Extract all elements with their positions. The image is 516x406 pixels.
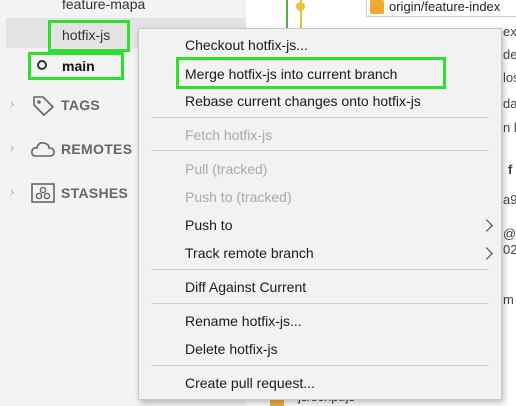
menu-item-track-remote[interactable]: Track remote branch — [185, 245, 314, 261]
log-fragment: f — [508, 162, 513, 177]
menu-separator — [151, 150, 489, 151]
stash-icon — [30, 182, 56, 209]
menu-item-create-pull-request[interactable]: Create pull request... — [185, 375, 315, 391]
remote-ref-label: origin/feature-index — [389, 0, 501, 14]
tag-icon — [30, 94, 56, 121]
section-label-remotes: REMOTES — [61, 141, 133, 157]
menu-item-push-tracked[interactable]: Push to (tracked) — [185, 189, 292, 205]
menu-separator — [151, 117, 489, 118]
log-fragment: dex — [503, 47, 516, 62]
menu-separator — [151, 269, 489, 270]
log-fragment: 02 — [503, 242, 516, 257]
menu-item-rebase[interactable]: Rebase current changes onto hotfix-js — [185, 93, 421, 109]
branch-context-menu: Checkout hotfix-js... Merge hotfix-js in… — [138, 28, 502, 400]
menu-item-delete[interactable]: Delete hotfix-js — [185, 341, 278, 357]
log-fragment: m — [503, 292, 514, 307]
chevron-right-icon: › — [10, 96, 15, 111]
submenu-arrow-icon — [480, 247, 493, 260]
menu-separator — [151, 365, 489, 366]
section-label-stashes: STASHES — [61, 185, 129, 201]
chevron-right-icon: › — [10, 140, 15, 155]
graph-line-green — [286, 0, 288, 30]
menu-item-push-to[interactable]: Push to — [185, 217, 232, 233]
menu-item-rename[interactable]: Rename hotfix-js... — [185, 313, 302, 329]
menu-item-checkout[interactable]: Checkout hotfix-js... — [185, 37, 308, 53]
menu-item-merge[interactable]: Merge hotfix-js into current branch — [185, 66, 397, 82]
menu-item-fetch[interactable]: Fetch hotfix-js — [185, 127, 272, 143]
submenu-arrow-icon — [480, 219, 493, 232]
chevron-right-icon: › — [10, 184, 15, 199]
branch-main[interactable]: main — [62, 58, 95, 74]
log-fragment: @g — [503, 226, 516, 241]
log-fragment: a9 — [503, 192, 516, 207]
section-label-tags: TAGS — [61, 97, 101, 113]
menu-separator — [151, 303, 489, 304]
menu-item-diff[interactable]: Diff Against Current — [185, 279, 306, 295]
log-fragment: los — [503, 70, 516, 85]
git-branch-icon — [370, 0, 384, 14]
log-fragment: ex — [503, 24, 516, 39]
current-branch-icon — [37, 60, 47, 70]
log-fragment: dar — [503, 96, 516, 111]
log-fragment: n l — [503, 120, 516, 135]
cloud-icon — [30, 138, 56, 165]
branch-hotfix-js[interactable]: hotfix-js — [62, 27, 110, 43]
menu-item-pull-tracked[interactable]: Pull (tracked) — [185, 161, 267, 177]
commit-node-icon — [296, 2, 305, 11]
remote-ref-chip[interactable]: origin/feature-index — [366, 0, 516, 17]
branch-feature-mapa[interactable]: feature-mapa — [62, 0, 145, 12]
